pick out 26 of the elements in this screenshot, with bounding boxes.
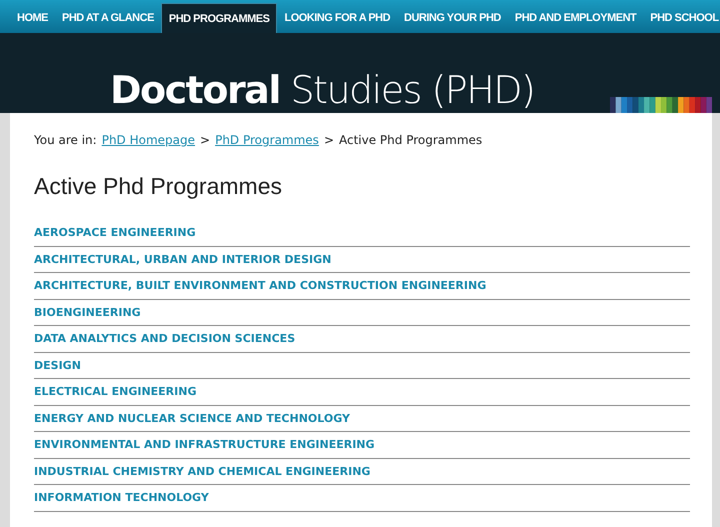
programme-link[interactable]: ENERGY AND NUCLEAR SCIENCE AND TECHNOLOGY xyxy=(34,412,350,425)
breadcrumb-separator: > xyxy=(324,133,334,147)
programme-link[interactable]: DESIGN xyxy=(34,358,81,372)
breadcrumb-link[interactable]: PhD Homepage xyxy=(102,133,196,147)
nav-tab[interactable]: PHD AND EMPLOYMENT xyxy=(508,3,644,33)
programme-link[interactable]: INFORMATION TECHNOLOGY xyxy=(34,491,209,504)
nav-tab[interactable]: HOME xyxy=(10,3,55,33)
breadcrumb-link[interactable]: PhD Programmes xyxy=(215,133,319,147)
programme-link[interactable]: BIOENGINEERING xyxy=(34,306,141,319)
nav-tab[interactable]: PHD SCHOOL xyxy=(643,3,720,33)
breadcrumb-label: You are in: xyxy=(34,133,97,147)
site-title: Doctoral Studies (PHD) xyxy=(110,67,534,113)
nav-tab[interactable]: DURING YOUR PHD xyxy=(397,3,508,33)
programme-link[interactable]: AEROSPACE ENGINEERING xyxy=(34,226,196,240)
breadcrumb-separator: > xyxy=(200,133,210,147)
nav-tab[interactable]: PHD PROGRAMMES xyxy=(160,3,278,33)
programme-link[interactable]: ENVIRONMENTAL AND INFRASTRUCTURE ENGINEERING xyxy=(34,438,375,452)
page-heading: Active Phd Programmes xyxy=(34,173,283,200)
nav-tab[interactable]: PHD AT A GLANCE xyxy=(55,3,161,33)
programme-link[interactable]: DATA ANALYTICS AND DECISION SCIENCES xyxy=(34,332,296,346)
programme-link[interactable]: ARCHITECTURAL, URBAN AND INTERIOR DESIGN xyxy=(34,252,332,266)
nav-tab[interactable]: LOOKING FOR A PHD xyxy=(277,3,398,33)
programme-link[interactable]: INDUSTRIAL CHEMISTRY AND CHEMICAL ENGINEERING xyxy=(34,464,370,478)
programme-link[interactable]: ELECTRICAL ENGINEERING xyxy=(34,385,196,398)
breadcrumb-current: Active Phd Programmes xyxy=(339,133,482,147)
programme-link[interactable]: ARCHITECTURE, BUILT ENVIRONMENT AND CONSTRUCTION ENGINEERING xyxy=(34,279,486,292)
